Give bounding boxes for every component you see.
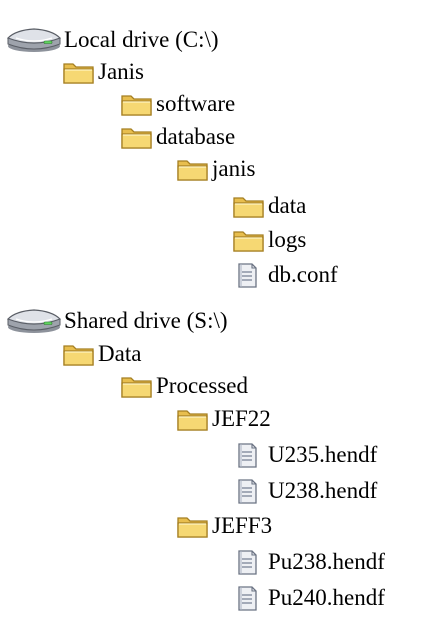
file-icon: [232, 441, 262, 469]
tree-node-label: software: [156, 91, 236, 116]
tree-node-label: Processed: [156, 373, 248, 398]
folder-icon: [62, 58, 95, 86]
tree-node-label: db.conf: [268, 262, 338, 287]
tree-node-label: Shared drive (S:\): [64, 308, 228, 333]
tree-node-label: data: [268, 193, 307, 218]
tree-node-shared-drive[interactable]: Shared drive (S:\): [6, 304, 228, 338]
folder-icon: [120, 90, 153, 118]
tree-node-database[interactable]: database: [120, 120, 235, 154]
file-icon: [232, 584, 262, 612]
file-icon: [232, 477, 262, 505]
tree-node-label: U238.hendf: [268, 478, 378, 503]
file-icon: [232, 261, 262, 289]
tree-node-label: janis: [212, 156, 256, 181]
tree-node-label: U235.hendf: [268, 442, 378, 467]
tree-node-label: Pu240.hendf: [268, 585, 385, 610]
tree-node-label: Data: [98, 341, 142, 366]
folder-icon: [62, 340, 95, 368]
tree-node-pu238[interactable]: Pu238.hendf: [232, 545, 385, 579]
tree-node-label: JEF22: [212, 406, 271, 431]
tree-node-jeff3[interactable]: JEFF3: [176, 509, 272, 543]
folder-icon: [176, 405, 209, 433]
tree-node-db-conf[interactable]: db.conf: [232, 258, 338, 292]
folder-icon: [232, 226, 265, 254]
tree-node-label: logs: [268, 227, 307, 252]
tree-node-data-shared[interactable]: Data: [62, 337, 141, 371]
tree-node-local-drive[interactable]: Local drive (C:\): [6, 23, 219, 57]
folder-icon: [232, 192, 265, 220]
drive-icon: [6, 307, 62, 335]
tree-node-label: Janis: [98, 59, 144, 84]
folder-icon: [120, 123, 153, 151]
tree-node-logs[interactable]: logs: [232, 223, 306, 257]
folder-icon: [176, 512, 209, 540]
tree-node-u235[interactable]: U235.hendf: [232, 438, 377, 472]
tree-node-processed[interactable]: Processed: [120, 369, 248, 403]
file-tree: Local drive (C:\) Janis software databas…: [0, 0, 428, 623]
tree-node-pu240[interactable]: Pu240.hendf: [232, 581, 385, 615]
drive-icon: [6, 26, 62, 54]
tree-node-janis[interactable]: Janis: [62, 55, 144, 89]
tree-node-u238[interactable]: U238.hendf: [232, 474, 377, 508]
tree-node-jef22[interactable]: JEF22: [176, 402, 271, 436]
folder-icon: [176, 155, 209, 183]
tree-node-label: JEFF3: [212, 513, 273, 538]
tree-node-data[interactable]: data: [232, 189, 306, 223]
tree-node-label: Local drive (C:\): [64, 27, 219, 52]
tree-node-janis-db[interactable]: janis: [176, 152, 255, 186]
file-icon: [232, 548, 262, 576]
tree-node-label: Pu238.hendf: [268, 549, 385, 574]
folder-icon: [120, 372, 153, 400]
tree-node-software[interactable]: software: [120, 87, 235, 121]
tree-node-label: database: [156, 124, 236, 149]
